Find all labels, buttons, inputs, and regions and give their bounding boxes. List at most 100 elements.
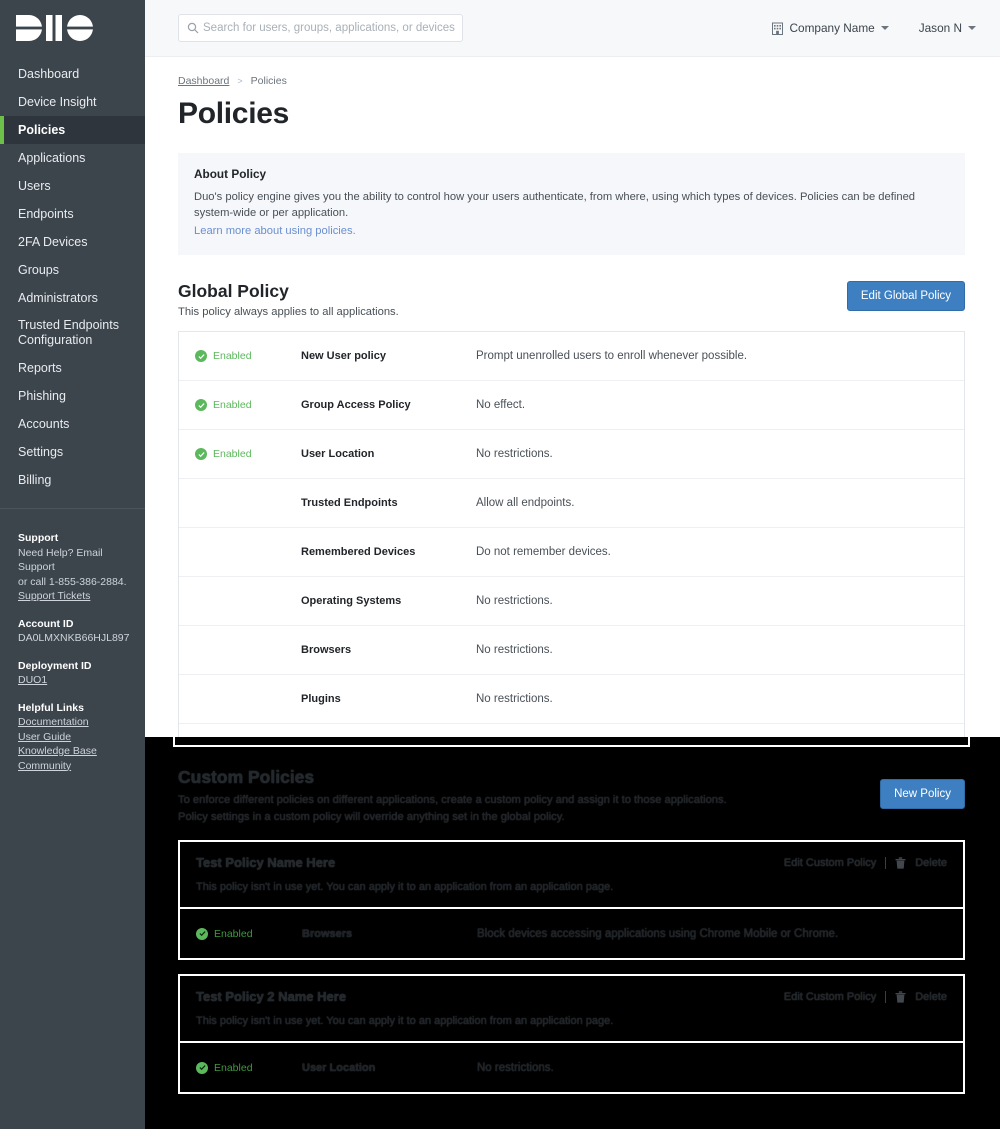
about-policy-heading: About Policy xyxy=(194,167,267,181)
custom-policies-heading: Custom Policies xyxy=(178,767,315,787)
deployment-id-value[interactable]: DUO1 xyxy=(18,673,129,688)
company-selector[interactable]: Company Name xyxy=(772,21,889,35)
custom-policies-header: Custom Policies To enforce different pol… xyxy=(178,737,965,826)
support-line-2: or call 1-855-386-2884. xyxy=(18,575,127,588)
sidebar-item-label: Trusted Endpoints Configuration xyxy=(18,318,119,347)
sidebar-item-accounts[interactable]: Accounts xyxy=(0,410,145,438)
breadcrumb-dashboard[interactable]: Dashboard xyxy=(178,75,229,87)
custom-policy-title: Test Policy 2 Name Here xyxy=(196,989,347,1004)
learn-more-link[interactable]: Learn more about using policies. xyxy=(194,225,356,237)
sidebar-item-settings[interactable]: Settings xyxy=(0,438,145,466)
link-documentation[interactable]: Documentation xyxy=(18,715,129,730)
custom-policy-card: Test Policy 2 Name Here Edit Custom Poli… xyxy=(178,974,965,1094)
sidebar-item-label: Reports xyxy=(18,360,62,375)
table-row[interactable]: Operating Systems No restrictions. xyxy=(179,577,964,626)
helpful-links-label: Helpful Links xyxy=(18,701,84,714)
global-policy-heading: Global Policy xyxy=(178,281,289,301)
sidebar-item-phishing[interactable]: Phishing xyxy=(0,382,145,410)
trash-icon[interactable] xyxy=(895,990,906,1003)
policy-name: Remembered Devices xyxy=(301,546,416,558)
link-community[interactable]: Community xyxy=(18,759,129,774)
search-input[interactable] xyxy=(203,15,462,41)
edit-custom-policy-link[interactable]: Edit Custom Policy xyxy=(784,991,876,1003)
custom-policies-desc-2: Policy settings in a custom policy will … xyxy=(178,811,565,823)
check-circle-icon xyxy=(195,350,207,362)
custom-policy-subtitle: This policy isn't in use yet. You can ap… xyxy=(196,881,614,893)
sidebar-item-label: Endpoints xyxy=(18,206,74,221)
top-bar: Company Name Jason N xyxy=(145,0,1000,57)
check-circle-icon xyxy=(195,399,207,411)
policy-name: Trusted Endpoints xyxy=(301,497,398,509)
custom-policy-header: Test Policy 2 Name Here Edit Custom Poli… xyxy=(180,976,963,1043)
global-policy-header: Global Policy This policy always applies… xyxy=(178,281,965,320)
user-menu[interactable]: Jason N xyxy=(919,21,976,35)
new-policy-button[interactable]: New Policy xyxy=(880,779,965,809)
link-user-guide[interactable]: User Guide xyxy=(18,730,129,745)
table-row[interactable]: Remembered Devices Do not remember devic… xyxy=(179,528,964,577)
table-row[interactable]: Browsers No restrictions. xyxy=(179,626,964,675)
company-name-label: Company Name xyxy=(789,21,875,35)
sidebar-item-label: Policies xyxy=(18,122,66,137)
delete-custom-policy-link[interactable]: Delete xyxy=(915,857,947,869)
about-policy-body: Duo's policy engine gives you the abilit… xyxy=(194,191,916,219)
policy-description: No restrictions. xyxy=(476,448,553,460)
table-row[interactable]: Enabled User Location No restrictions. xyxy=(179,430,964,479)
link-knowledge-base[interactable]: Knowledge Base xyxy=(18,744,129,759)
sidebar-item-2fa-devices[interactable]: 2FA Devices xyxy=(0,228,145,256)
sidebar-item-dashboard[interactable]: Dashboard xyxy=(0,60,145,88)
sidebar-item-reports[interactable]: Reports xyxy=(0,354,145,382)
delete-custom-policy-link[interactable]: Delete xyxy=(915,991,947,1003)
deployment-id-label: Deployment ID xyxy=(18,659,92,672)
chevron-down-icon xyxy=(880,26,889,30)
about-policy-card: About Policy Duo's policy engine gives y… xyxy=(178,153,965,255)
policies-page: Dashboard Device Insight Policies Applic… xyxy=(0,0,1000,1129)
duo-logo[interactable] xyxy=(0,0,145,56)
page-content: Dashboard > Policies Policies About Poli… xyxy=(145,57,1000,823)
sidebar-item-billing[interactable]: Billing xyxy=(0,466,145,494)
edit-custom-policy-link[interactable]: Edit Custom Policy xyxy=(784,857,876,869)
sidebar-item-label: Phishing xyxy=(18,388,66,403)
status-text: Enabled xyxy=(214,1061,253,1074)
status-text: Enabled xyxy=(213,448,252,460)
top-right-controls: Company Name Jason N xyxy=(772,21,976,35)
table-row[interactable]: Enabled User Location No restrictions. xyxy=(180,1043,963,1092)
sidebar-item-trusted-endpoints-configuration[interactable]: Trusted Endpoints Configuration xyxy=(0,312,145,354)
sidebar-item-endpoints[interactable]: Endpoints xyxy=(0,200,145,228)
sidebar-item-administrators[interactable]: Administrators xyxy=(0,284,145,312)
search-box[interactable] xyxy=(178,14,463,42)
sidebar-item-users[interactable]: Users xyxy=(0,172,145,200)
status-badge: Enabled xyxy=(196,927,302,940)
policy-name: Browsers xyxy=(301,644,352,656)
policy-name: User Location xyxy=(301,448,375,460)
status-badge: Enabled xyxy=(195,350,301,362)
status-badge: Enabled xyxy=(196,1061,302,1074)
table-row[interactable]: Enabled Group Access Policy No effect. xyxy=(179,381,964,430)
sidebar-item-groups[interactable]: Groups xyxy=(0,256,145,284)
table-row[interactable]: Trusted Endpoints Allow all endpoints. xyxy=(179,479,964,528)
breadcrumb: Dashboard > Policies xyxy=(178,75,965,87)
policy-name: User Location xyxy=(302,1061,376,1074)
sidebar-item-applications[interactable]: Applications xyxy=(0,144,145,172)
table-row[interactable]: Enabled New User policy Prompt unenrolle… xyxy=(179,332,964,381)
table-row[interactable]: Plugins No restrictions. xyxy=(179,675,964,724)
sidebar-item-label: Billing xyxy=(18,472,52,487)
table-row[interactable]: Enabled Browsers Block devices accessing… xyxy=(180,909,963,958)
account-id-value: DA0LMXNKB66HJL897 xyxy=(18,632,130,644)
policy-description: No restrictions. xyxy=(476,644,553,656)
status-text: Enabled xyxy=(213,399,252,411)
custom-policies-desc-1: To enforce different policies on differe… xyxy=(178,794,727,806)
sidebar-item-label: Settings xyxy=(18,444,64,459)
policy-description: Allow all endpoints. xyxy=(476,497,575,509)
sidebar-item-policies[interactable]: Policies xyxy=(0,116,145,144)
global-policy-subtitle: This policy always applies to all applic… xyxy=(178,306,399,318)
building-icon xyxy=(772,22,784,35)
status-text: Enabled xyxy=(213,350,252,362)
policy-description: No restrictions. xyxy=(477,1061,554,1074)
sidebar-item-label: Device Insight xyxy=(18,94,97,109)
trash-icon[interactable] xyxy=(895,856,906,869)
support-tickets-link[interactable]: Support Tickets xyxy=(18,589,129,604)
sidebar-item-label: Applications xyxy=(18,150,86,165)
edit-global-policy-button[interactable]: Edit Global Policy xyxy=(846,281,965,311)
sidebar-item-device-insight[interactable]: Device Insight xyxy=(0,88,145,116)
custom-policy-title: Test Policy Name Here xyxy=(196,855,336,870)
